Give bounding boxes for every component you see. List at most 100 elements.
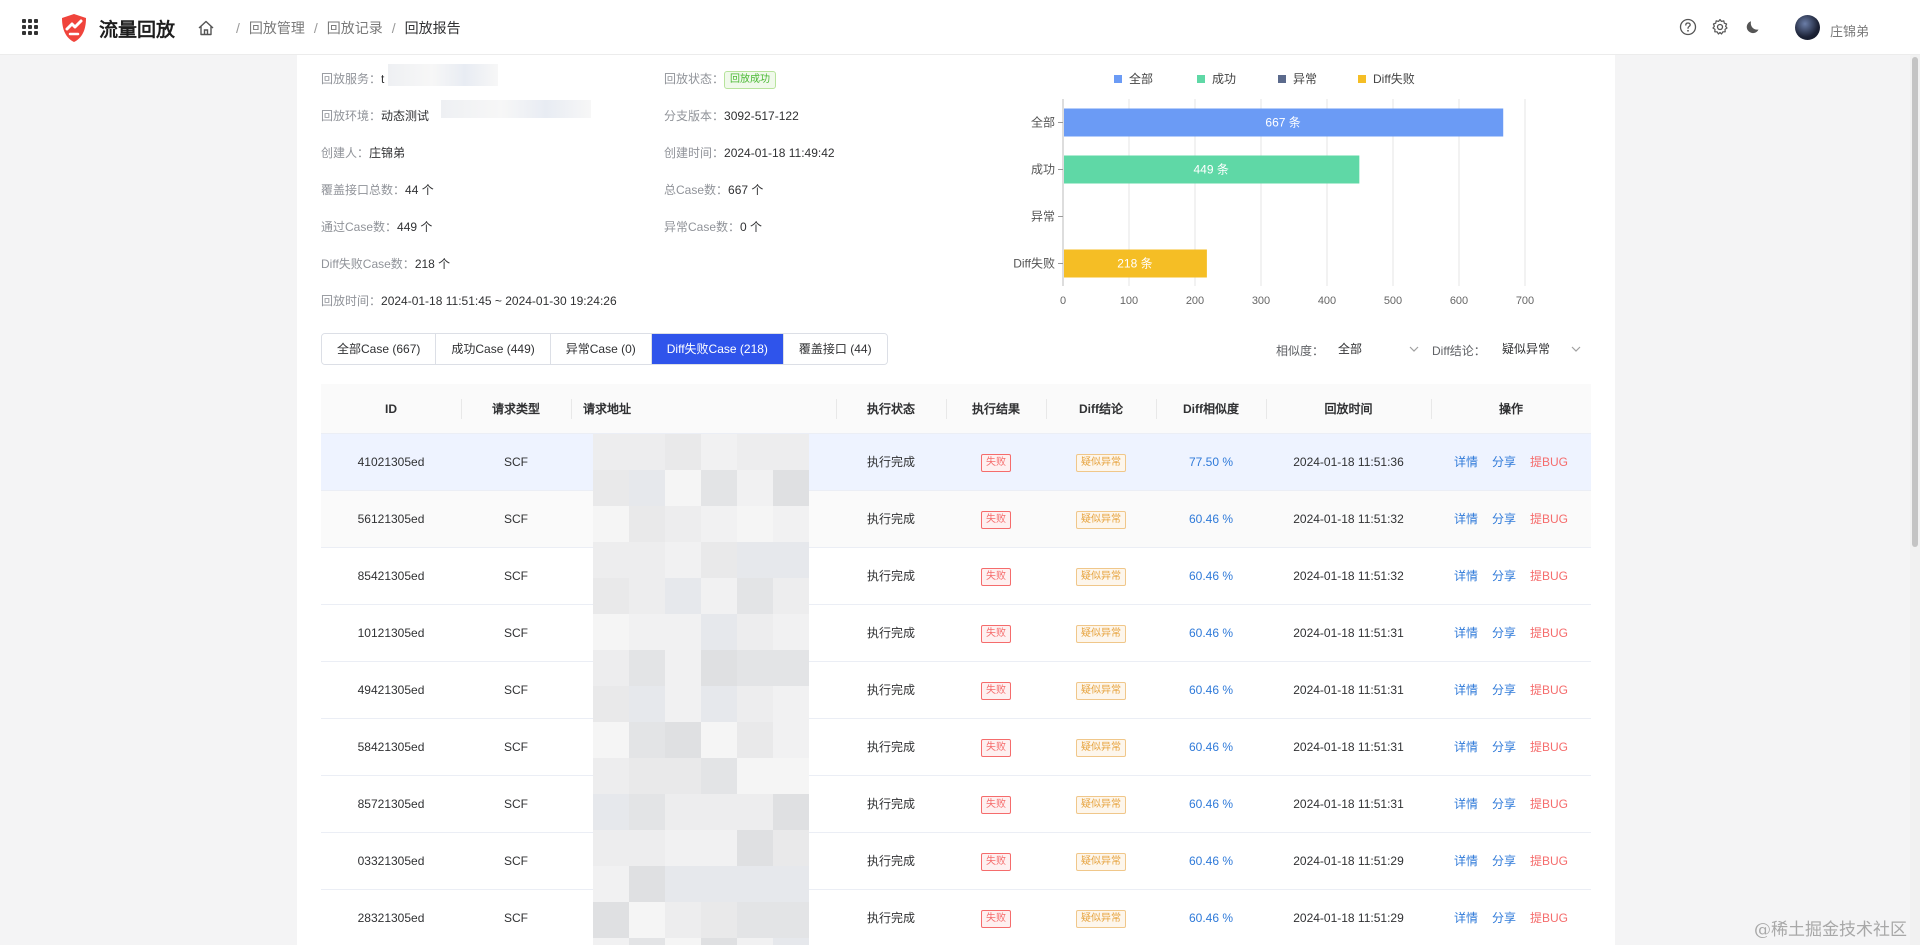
user-name[interactable]: 庄锦弟	[1830, 21, 1869, 40]
result-fail-badge: 失败	[981, 567, 1011, 586]
share-link[interactable]: 分享	[1492, 569, 1516, 583]
cell-diff-similarity: 60.46 %	[1156, 776, 1266, 833]
share-link[interactable]: 分享	[1492, 512, 1516, 526]
info-branch-value: 3092-517-122	[724, 109, 799, 123]
scrollbar-thumb[interactable]	[1912, 57, 1918, 547]
report-bug-link[interactable]: 提BUG	[1530, 626, 1568, 640]
breadcrumb-item-replay-manage[interactable]: 回放管理	[249, 18, 305, 38]
table-row[interactable]: 49421305ed SCF 执行完成 失败 疑似异常 60.46 % 2024-01-18…	[321, 662, 1591, 719]
help-icon[interactable]	[1679, 18, 1697, 36]
tab-error-cases[interactable]: 异常Case (0)	[550, 334, 652, 364]
table-row[interactable]: 56121305ed SCF 执行完成 失败 疑似异常 60.46 % 2024-01-18…	[321, 491, 1591, 548]
table-row[interactable]: 58421305ed SCF 执行完成 失败 疑似异常 60.46 % 2024-01-18…	[321, 719, 1591, 776]
column-divider[interactable]	[1266, 399, 1267, 419]
table-row[interactable]: 10121305ed SCF 执行完成 失败 疑似异常 60.46 % 2024-01-18…	[321, 605, 1591, 662]
table-row[interactable]: 85421305ed SCF 执行完成 失败 疑似异常 60.46 % 2024-01-18…	[321, 548, 1591, 605]
similarity-value: 60.46 %	[1188, 512, 1234, 526]
home-icon[interactable]	[197, 19, 215, 37]
report-bug-link[interactable]: 提BUG	[1530, 569, 1568, 583]
mosaic-tile	[593, 614, 629, 650]
table-row[interactable]: 03321305ed SCF 执行完成 失败 疑似异常 60.46 % 2024-01-18…	[321, 833, 1591, 890]
share-link[interactable]: 分享	[1492, 455, 1516, 469]
mosaic-tile	[701, 470, 737, 506]
detail-link[interactable]: 详情	[1454, 797, 1478, 811]
info-errors-value: 0 个	[740, 220, 763, 234]
avatar[interactable]	[1795, 15, 1820, 40]
table-row[interactable]: 85721305ed SCF 执行完成 失败 疑似异常 60.46 % 2024-01-18…	[321, 776, 1591, 833]
report-bug-link[interactable]: 提BUG	[1530, 512, 1568, 526]
table-row[interactable]: 28321305ed SCF 执行完成 失败 疑似异常 60.46 % 2024-01-18…	[321, 890, 1591, 945]
cell-exec-result: 失败	[946, 890, 1046, 945]
share-link[interactable]: 分享	[1492, 797, 1516, 811]
mosaic-tile	[773, 470, 809, 506]
table-row[interactable]: 41021305ed SCF 执行完成 失败 疑似异常 77.50 % 2024-01-18…	[321, 434, 1591, 491]
mosaic-tile	[773, 794, 809, 830]
watermark: @稀土掘金技术社区	[1754, 920, 1907, 940]
detail-link[interactable]: 详情	[1454, 512, 1478, 526]
tab-covered-interfaces[interactable]: 覆盖接口 (44)	[783, 334, 887, 364]
share-link[interactable]: 分享	[1492, 740, 1516, 754]
breadcrumb-item-replay-records[interactable]: 回放记录	[327, 18, 383, 38]
gear-icon[interactable]	[1711, 18, 1729, 36]
apps-grid-icon[interactable]	[22, 19, 38, 35]
similarity-value: 60.46 %	[1188, 854, 1234, 868]
info-passed: 通过Case数：449 个	[321, 218, 432, 235]
similarity-value: 60.46 %	[1188, 569, 1234, 583]
column-divider[interactable]	[1431, 399, 1432, 419]
detail-link[interactable]: 详情	[1454, 683, 1478, 697]
cell-diff-conclusion: 疑似异常	[1046, 662, 1156, 719]
share-link[interactable]: 分享	[1492, 911, 1516, 925]
mosaic-tile	[701, 650, 737, 686]
status-badge: 回放成功	[724, 70, 777, 89]
cell-diff-conclusion: 疑似异常	[1046, 776, 1156, 833]
report-bug-link[interactable]: 提BUG	[1530, 683, 1568, 697]
mosaic-tile	[773, 506, 809, 542]
diff-conclusion-select[interactable]: 疑似异常	[1502, 333, 1582, 365]
info-passed-value: 449 个	[397, 220, 433, 234]
cell-exec-result: 失败	[946, 548, 1046, 605]
chevron-down-icon[interactable]	[1571, 345, 1581, 353]
similarity-value: 60.46 %	[1188, 626, 1234, 640]
share-link[interactable]: 分享	[1492, 854, 1516, 868]
detail-link[interactable]: 详情	[1454, 854, 1478, 868]
detail-link[interactable]: 详情	[1454, 569, 1478, 583]
mosaic-tile	[665, 614, 701, 650]
column-divider[interactable]	[1156, 399, 1157, 419]
cell-actions: 详情 分享 提BUG	[1431, 833, 1591, 890]
mosaic-tile	[665, 902, 701, 938]
x-tick-label: 400	[1318, 295, 1336, 307]
detail-link[interactable]: 详情	[1454, 911, 1478, 925]
col-request-type: 请求类型	[491, 402, 540, 416]
tab-success-cases[interactable]: 成功Case (449)	[436, 334, 551, 364]
info-errors: 异常Case数：0 个	[664, 218, 762, 235]
cell-replay-time: 2024-01-18 11:51:29	[1293, 854, 1404, 868]
report-bug-link[interactable]: 提BUG	[1530, 911, 1568, 925]
column-divider[interactable]	[1046, 399, 1047, 419]
case-count-bar-chart: 全部 成功 异常 Diff失败0 100 200 300 400 500 600 700全部 667 …	[1013, 71, 1534, 307]
share-link[interactable]: 分享	[1492, 683, 1516, 697]
report-bug-link[interactable]: 提BUG	[1530, 740, 1568, 754]
column-divider[interactable]	[461, 399, 462, 419]
chevron-down-icon[interactable]	[1409, 345, 1419, 353]
detail-link[interactable]: 详情	[1454, 455, 1478, 469]
tab-diff-failed-cases[interactable]: Diff失败Case (218)	[651, 334, 784, 364]
mosaic-tile	[737, 650, 773, 686]
report-bug-link[interactable]: 提BUG	[1530, 854, 1568, 868]
info-diff-failed: Diff失败Case数：218 个	[321, 255, 450, 272]
column-divider[interactable]	[836, 399, 837, 419]
mosaic-tile	[737, 578, 773, 614]
similarity-select[interactable]: 全部	[1338, 333, 1418, 365]
column-divider[interactable]	[571, 399, 572, 419]
legend-swatch	[1278, 75, 1286, 83]
moon-icon[interactable]	[1744, 18, 1762, 36]
tab-all-cases[interactable]: 全部Case (667)	[322, 334, 437, 364]
mosaic-tile	[665, 794, 701, 830]
detail-link[interactable]: 详情	[1454, 740, 1478, 754]
cell-request-type: SCF	[504, 740, 528, 754]
column-divider[interactable]	[946, 399, 947, 419]
report-bug-link[interactable]: 提BUG	[1530, 797, 1568, 811]
detail-link[interactable]: 详情	[1454, 626, 1478, 640]
col-exec-status: 执行状态	[866, 402, 915, 416]
share-link[interactable]: 分享	[1492, 626, 1516, 640]
report-bug-link[interactable]: 提BUG	[1530, 455, 1568, 469]
